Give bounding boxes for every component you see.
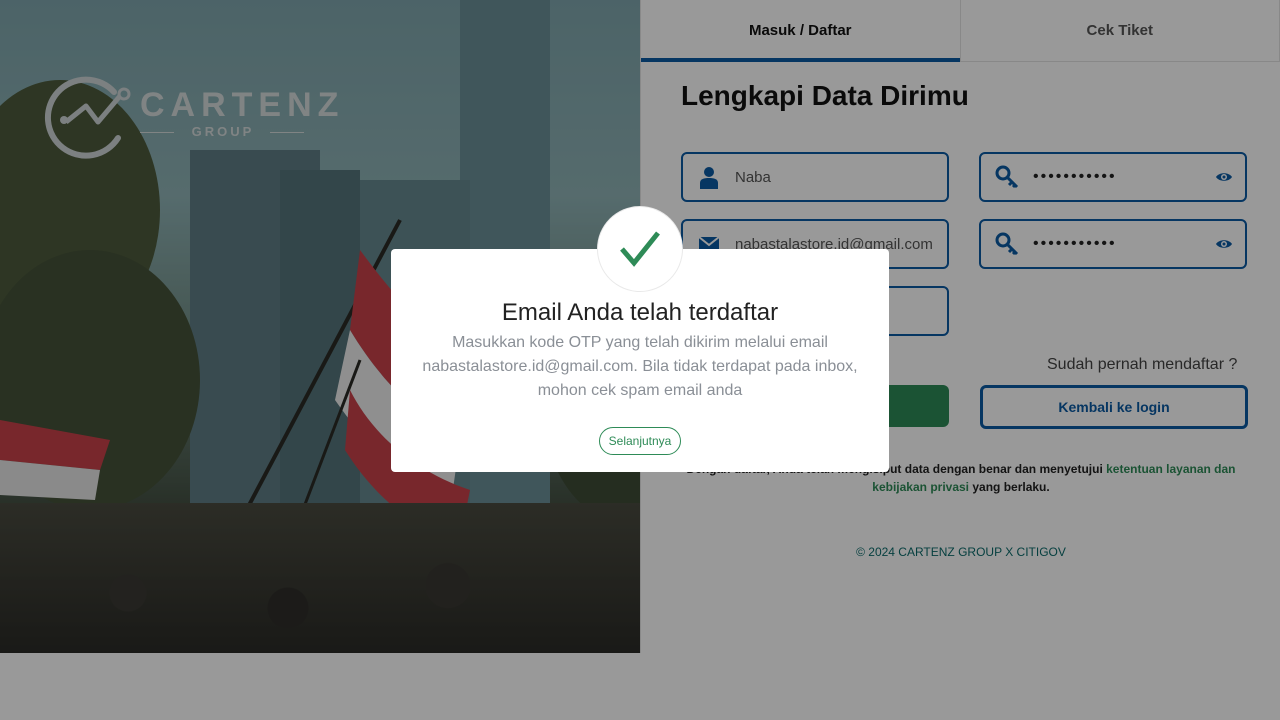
dialog-message: Masukkan kode OTP yang telah dikirim mel… xyxy=(422,334,858,399)
dialog-title: Email Anda telah terdaftar xyxy=(501,299,779,326)
success-badge xyxy=(598,207,682,291)
next-button[interactable]: Selanjutnya xyxy=(599,427,681,455)
checkmark-icon xyxy=(620,231,660,267)
